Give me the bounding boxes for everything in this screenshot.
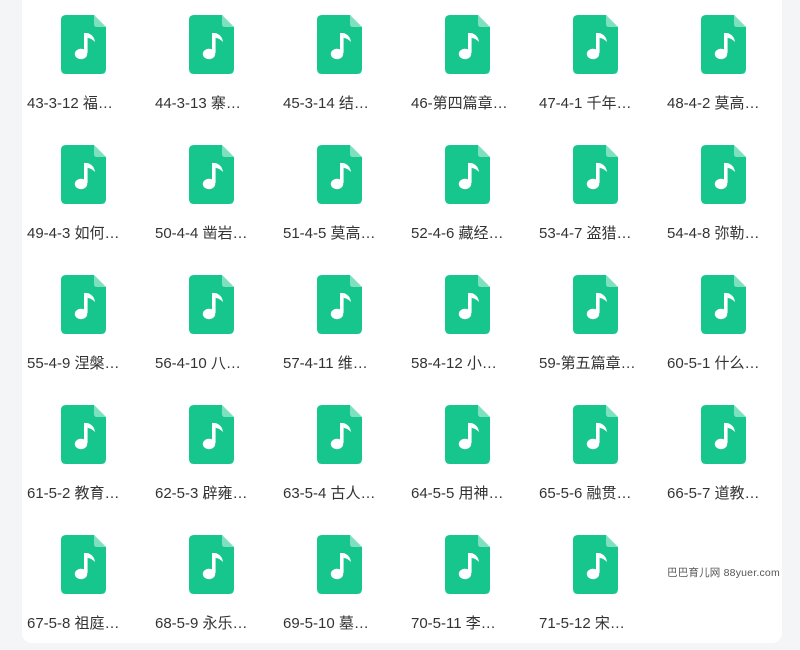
file-item[interactable]: 44-3-13 寨… [150, 0, 278, 130]
audio-file-icon [701, 145, 746, 204]
file-item[interactable]: 54-4-8 弥勒… [662, 130, 790, 260]
audio-file-icon [189, 145, 234, 204]
file-name-label: 65-5-6 融贯… [539, 485, 632, 502]
file-name-label: 46-第四篇章… [411, 95, 508, 112]
file-name-label: 45-3-14 结… [283, 95, 369, 112]
audio-file-icon [701, 275, 746, 334]
file-name-label: 53-4-7 盗猎… [539, 225, 632, 242]
file-item[interactable]: 59-第五篇章… [534, 260, 662, 390]
file-name-label: 52-4-6 藏经… [411, 225, 504, 242]
audio-file-icon [189, 15, 234, 74]
file-name-label: 66-5-7 道教… [667, 485, 760, 502]
file-item[interactable]: 46-第四篇章… [406, 0, 534, 130]
file-item[interactable]: 65-5-6 融贯… [534, 390, 662, 520]
file-item[interactable]: 66-5-7 道教… [662, 390, 790, 520]
audio-file-icon [317, 275, 362, 334]
file-name-label: 61-5-2 教育… [27, 485, 120, 502]
audio-file-icon [445, 15, 490, 74]
audio-file-icon [61, 405, 106, 464]
audio-file-icon [701, 15, 746, 74]
file-grid-panel: 43-3-12 福… 44-3-13 寨… 45-3-14 结… 46-第四篇章… 47… [22, 0, 782, 643]
file-name-label: 49-4-3 如何… [27, 225, 120, 242]
audio-file-icon [61, 535, 106, 594]
audio-file-icon [61, 275, 106, 334]
file-item[interactable]: 70-5-11 李… [406, 520, 534, 650]
file-item[interactable]: 49-4-3 如何… [22, 130, 150, 260]
audio-file-icon [61, 15, 106, 74]
audio-file-icon [701, 405, 746, 464]
audio-file-icon [189, 535, 234, 594]
file-item[interactable]: 53-4-7 盗猎… [534, 130, 662, 260]
file-item[interactable]: 50-4-4 凿岩… [150, 130, 278, 260]
file-name-label: 57-4-11 维… [283, 355, 368, 372]
audio-file-icon [189, 275, 234, 334]
file-name-label: 48-4-2 莫高… [667, 95, 760, 112]
file-name-label: 56-4-10 八… [155, 355, 241, 372]
audio-file-icon [317, 405, 362, 464]
file-item[interactable]: 47-4-1 千年… [534, 0, 662, 130]
file-name-label: 62-5-3 辟雍… [155, 485, 248, 502]
file-name-label: 47-4-1 千年… [539, 95, 632, 112]
file-item[interactable]: 58-4-12 小… [406, 260, 534, 390]
file-name-label: 51-4-5 莫高… [283, 225, 376, 242]
file-item[interactable]: 68-5-9 永乐… [150, 520, 278, 650]
audio-file-icon [573, 15, 618, 74]
audio-file-icon [189, 405, 234, 464]
file-name-label: 50-4-4 凿岩… [155, 225, 248, 242]
file-name-label: 54-4-8 弥勒… [667, 225, 760, 242]
file-item[interactable]: 63-5-4 古人… [278, 390, 406, 520]
file-name-label: 69-5-10 墓… [283, 615, 369, 632]
file-name-label: 55-4-9 涅槃… [27, 355, 120, 372]
file-name-label: 70-5-11 李… [411, 615, 496, 632]
file-name-label: 59-第五篇章… [539, 355, 636, 372]
file-name-label: 68-5-9 永乐… [155, 615, 248, 632]
audio-file-icon [317, 145, 362, 204]
file-item[interactable]: 52-4-6 藏经… [406, 130, 534, 260]
audio-file-icon [445, 145, 490, 204]
audio-file-icon [573, 145, 618, 204]
file-item[interactable]: 69-5-10 墓… [278, 520, 406, 650]
audio-file-icon [317, 15, 362, 74]
file-item[interactable]: 43-3-12 福… [22, 0, 150, 130]
file-name-label: 67-5-8 祖庭… [27, 615, 120, 632]
file-item[interactable]: 62-5-3 辟雍… [150, 390, 278, 520]
audio-file-icon [445, 535, 490, 594]
audio-file-icon [445, 405, 490, 464]
file-item[interactable]: 60-5-1 什么… [662, 260, 790, 390]
file-item[interactable]: 55-4-9 涅槃… [22, 260, 150, 390]
audio-file-icon [573, 275, 618, 334]
file-item[interactable]: 45-3-14 结… [278, 0, 406, 130]
file-name-label: 63-5-4 古人… [283, 485, 376, 502]
file-name-label: 58-4-12 小… [411, 355, 497, 372]
audio-file-icon [573, 405, 618, 464]
file-grid: 43-3-12 福… 44-3-13 寨… 45-3-14 结… 46-第四篇章… 47… [22, 0, 782, 650]
file-name-label: 43-3-12 福… [27, 95, 113, 112]
audio-file-icon [61, 145, 106, 204]
file-name-label: 44-3-13 寨… [155, 95, 241, 112]
file-item[interactable]: 61-5-2 教育… [22, 390, 150, 520]
audio-file-icon [573, 535, 618, 594]
file-item[interactable]: 56-4-10 八… [150, 260, 278, 390]
file-item[interactable]: 51-4-5 莫高… [278, 130, 406, 260]
watermark: 巴巴育儿网 88yuer.com [667, 567, 780, 579]
file-name-label: 64-5-5 用神… [411, 485, 504, 502]
file-item[interactable]: 64-5-5 用神… [406, 390, 534, 520]
audio-file-icon [445, 275, 490, 334]
file-item[interactable]: 57-4-11 维… [278, 260, 406, 390]
file-name-label: 71-5-12 宋… [539, 615, 625, 632]
file-item[interactable]: 71-5-12 宋… [534, 520, 662, 650]
file-item[interactable]: 48-4-2 莫高… [662, 0, 790, 130]
file-name-label: 60-5-1 什么… [667, 355, 760, 372]
file-item[interactable]: 67-5-8 祖庭… [22, 520, 150, 650]
audio-file-icon [317, 535, 362, 594]
